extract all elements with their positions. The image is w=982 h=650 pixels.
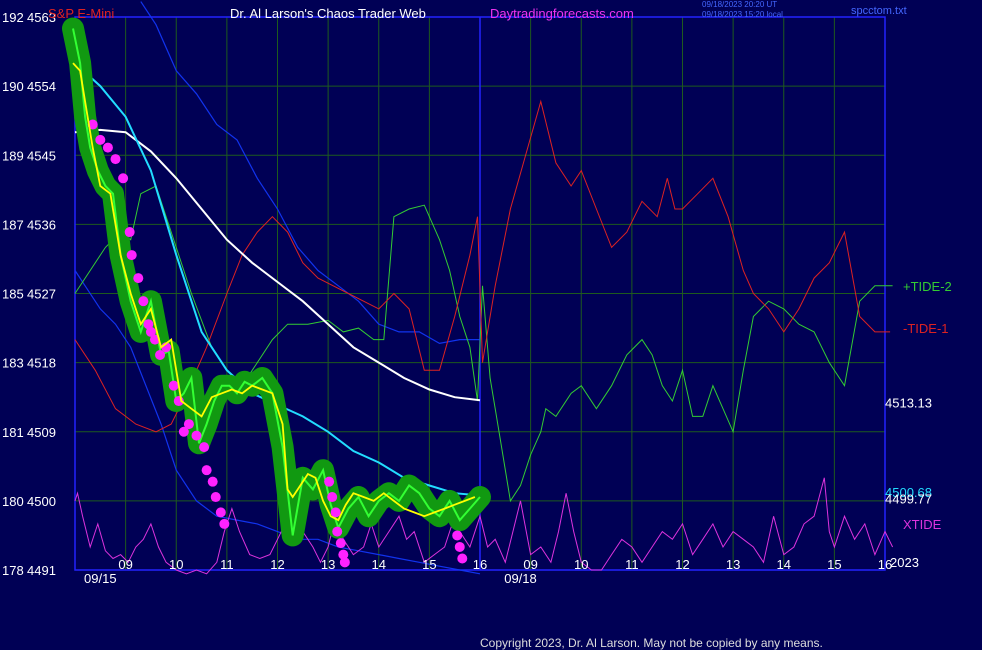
y-tick-right: 4500	[27, 494, 56, 509]
site-link[interactable]: Daytradingforecasts.com	[490, 6, 634, 21]
x-tick-hour: 10	[574, 557, 588, 572]
signal-dot	[324, 476, 335, 487]
x-tick-hour: 11	[625, 557, 639, 572]
signal-dot	[191, 430, 202, 441]
x-tick-hour: 13	[726, 557, 740, 572]
y-tick-left: 190	[2, 79, 24, 94]
y-tick-right: 4554	[27, 79, 56, 94]
timestamp-utc: 09/18/2023 20:20 UT	[702, 0, 778, 9]
signal-dot	[215, 507, 226, 518]
signal-dot	[452, 530, 463, 541]
y-tick-right: 4536	[27, 217, 56, 232]
x-tick-hour: 14	[372, 557, 386, 572]
signal-dot	[327, 492, 338, 503]
symbol-label: S&P E-Mini	[48, 6, 115, 21]
signal-dot	[199, 442, 210, 453]
signal-dot	[210, 492, 221, 503]
y-tick-right: 4518	[27, 356, 56, 371]
tide-label: -TIDE-1	[903, 321, 949, 336]
signal-dot	[207, 476, 218, 487]
signal-dot	[335, 538, 346, 549]
x-tick-hour: 10	[169, 557, 183, 572]
y-tick-left: 183	[2, 356, 24, 371]
signal-dot	[339, 557, 350, 568]
y-tick-left: 180	[2, 494, 24, 509]
y-tick-left: 189	[2, 148, 24, 163]
x-tick-hour: 12	[675, 557, 689, 572]
x-tick-hour: 12	[270, 557, 284, 572]
chart-header: S&P E-Mini Dr. Al Larson's Chaos Trader …	[0, 0, 982, 22]
x-tick-hour: 15	[422, 557, 436, 572]
signal-dot	[118, 173, 129, 184]
year-label: 2023	[890, 555, 919, 570]
signal-dot	[95, 134, 106, 145]
signal-dot	[168, 380, 179, 391]
chart-canvas: 192 4563190 4554189 4545187 4536185 4527183 45…	[2, 1, 952, 586]
signal-dot	[457, 553, 468, 564]
signal-dot	[102, 142, 113, 153]
signal-dot	[454, 541, 465, 552]
signal-dot	[124, 227, 135, 238]
price-label: 4513.13	[885, 395, 932, 410]
signal-dot	[219, 518, 230, 529]
signal-dot	[183, 419, 194, 430]
y-tick-left: 178	[2, 563, 24, 578]
copyright-notice: Copyright 2023, Dr. Al Larson. May not b…	[480, 636, 823, 650]
y-tick-right: 4527	[27, 287, 56, 302]
price-label: 4499.77	[885, 491, 932, 506]
data-filename: spcctom.txt	[851, 5, 907, 17]
y-tick-left: 185	[2, 287, 24, 302]
x-tick-hour: 16	[473, 557, 487, 572]
signal-dot	[138, 296, 149, 307]
x-tick-date: 09/18	[504, 571, 537, 586]
signal-dot	[110, 154, 121, 165]
y-tick-left: 181	[2, 425, 24, 440]
x-tick-hour: 11	[220, 557, 234, 572]
x-tick-hour: 14	[777, 557, 791, 572]
y-tick-right: 4545	[27, 148, 56, 163]
x-tick-hour: 09	[118, 557, 132, 572]
signal-dot	[201, 465, 212, 476]
tide-label: +TIDE-2	[903, 279, 952, 294]
x-tick-date: 09/15	[84, 571, 117, 586]
signal-dot	[332, 526, 343, 537]
x-tick-hour: 09	[523, 557, 537, 572]
timestamp-local: 09/18/2023 15:20 local	[702, 10, 783, 19]
y-tick-right: 4509	[27, 425, 56, 440]
y-tick-right: 4491	[27, 563, 56, 578]
x-tick-hour: 13	[321, 557, 335, 572]
signal-dot	[330, 507, 341, 518]
site-title: Dr. Al Larson's Chaos Trader Web	[230, 6, 426, 21]
x-tick-hour: 15	[827, 557, 841, 572]
signal-dot	[133, 273, 144, 284]
y-tick-left: 187	[2, 217, 24, 232]
tide-label: XTIDE	[903, 517, 942, 532]
signal-dot	[126, 250, 137, 261]
